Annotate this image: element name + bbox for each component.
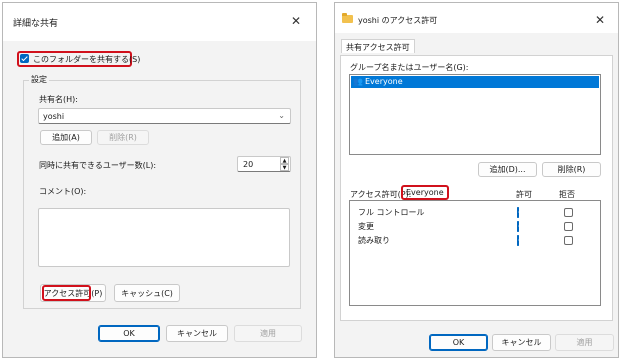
deny-header: 拒否 xyxy=(559,190,575,199)
group-user-label: グループ名またはユーザー名(G): xyxy=(350,63,469,72)
cancel-button[interactable]: キャンセル xyxy=(492,334,551,351)
share-folder-label: このフォルダーを共有する(S) xyxy=(33,55,141,64)
permission-row: 変更 xyxy=(350,220,600,233)
permission-name: フル コントロール xyxy=(358,208,425,217)
permission-name: 読み取り xyxy=(358,236,390,245)
advanced-sharing-dialog: 詳細な共有 ✕ このフォルダーを共有する(S) 設定 共有名(H): yoshi… xyxy=(2,2,317,358)
ok-button[interactable]: OK xyxy=(429,334,488,351)
users-icon: 👥 xyxy=(353,77,363,86)
permissions-button-suffix: (P) xyxy=(91,288,103,298)
permissions-list: フル コントロール 変更 読み取り xyxy=(349,200,601,306)
add-user-button[interactable]: 追加(D)... xyxy=(478,162,537,177)
permission-row: フル コントロール xyxy=(350,206,600,219)
user-limit-label: 同時に共有できるユーザー数(L): xyxy=(39,161,157,170)
comment-textarea[interactable] xyxy=(38,208,290,267)
close-icon[interactable]: ✕ xyxy=(289,14,303,28)
tab-share-permissions[interactable]: 共有アクセス許可 xyxy=(341,39,415,53)
permission-row: 読み取り xyxy=(350,234,600,247)
settings-group-title: 設定 xyxy=(29,74,49,85)
caching-button[interactable]: キャッシュ(C) xyxy=(114,284,180,302)
allow-header: 許可 xyxy=(516,190,532,199)
user-limit-spinner[interactable]: 20 ▲ ▼ xyxy=(237,156,291,172)
close-icon[interactable]: ✕ xyxy=(593,13,607,27)
permission-name: 変更 xyxy=(358,222,374,231)
dialog-title: yoshi のアクセス許可 xyxy=(358,16,438,25)
user-list-item[interactable]: 👥 Everyone xyxy=(351,76,599,88)
ok-button[interactable]: OK xyxy=(98,325,160,342)
permissions-user-highlight: Everyone xyxy=(401,185,449,200)
spinner-up-icon[interactable]: ▲ xyxy=(280,157,289,164)
comment-label: コメント(O): xyxy=(39,187,87,196)
deny-checkbox[interactable] xyxy=(564,208,573,217)
apply-button[interactable]: 適用 xyxy=(555,334,614,351)
dialog-body: このフォルダーを共有する(S) 設定 共有名(H): yoshi ⌄ 追加(A)… xyxy=(3,41,316,357)
allow-checkbox[interactable] xyxy=(517,207,519,218)
share-name-combobox[interactable]: yoshi ⌄ xyxy=(38,108,291,124)
share-name-value: yoshi xyxy=(43,112,65,121)
share-folder-checkbox[interactable] xyxy=(20,54,29,63)
remove-share-button[interactable]: 削除(R) xyxy=(97,130,149,145)
allow-checkbox[interactable] xyxy=(517,221,519,232)
remove-user-button[interactable]: 削除(R) xyxy=(542,162,601,177)
user-list[interactable]: 👥 Everyone xyxy=(349,74,601,155)
chevron-down-icon: ⌄ xyxy=(278,111,285,120)
apply-button[interactable]: 適用 xyxy=(234,325,302,342)
deny-checkbox[interactable] xyxy=(564,222,573,231)
folder-icon xyxy=(342,13,353,23)
user-limit-value: 20 xyxy=(243,160,254,169)
permissions-button-highlight xyxy=(42,285,91,301)
cancel-button[interactable]: キャンセル xyxy=(166,325,228,342)
add-share-button[interactable]: 追加(A) xyxy=(40,130,92,145)
share-permissions-dialog: yoshi のアクセス許可 ✕ 共有アクセス許可 グループ名またはユーザー名(G… xyxy=(334,2,619,358)
share-name-label: 共有名(H): xyxy=(39,95,78,104)
deny-checkbox[interactable] xyxy=(564,236,573,245)
allow-checkbox[interactable] xyxy=(517,235,519,246)
user-name: Everyone xyxy=(365,77,403,86)
spinner-down-icon[interactable]: ▼ xyxy=(280,164,289,171)
dialog-title: 詳細な共有 xyxy=(13,19,59,29)
